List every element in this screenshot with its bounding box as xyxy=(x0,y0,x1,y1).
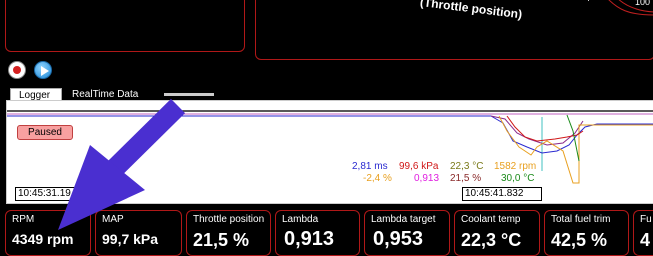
gauge-label: Coolant temp xyxy=(461,214,521,225)
play-icon xyxy=(41,66,49,76)
gauge-label: Fu xyxy=(640,214,652,225)
readout-rpm: 1582 rpm xyxy=(494,161,537,172)
tab-realtime-data[interactable]: RealTime Data xyxy=(64,88,160,100)
gauge-value: 4 xyxy=(640,230,651,250)
start-timestamp: 10:45:31.19 xyxy=(15,187,87,201)
gauge-lambda-target[interactable]: Lambda target 0,953 xyxy=(364,210,450,256)
gauge-value: 21,5 % xyxy=(193,230,250,250)
tab-scroll-indicator[interactable] xyxy=(164,93,214,96)
gauge-coolant-temp[interactable]: Coolant temp 22,3 °C xyxy=(454,210,540,256)
readout-temp: 22,3 °C xyxy=(450,161,484,172)
readout-lambda: 0,913 xyxy=(414,173,440,184)
tab-logger[interactable]: Logger xyxy=(10,88,62,101)
throttle-axis-label: (Throttle position) xyxy=(419,0,523,22)
gauge-map[interactable]: MAP 99,7 kPa xyxy=(95,210,182,256)
axis-tick-100: 100 xyxy=(635,0,651,7)
record-icon xyxy=(13,66,21,74)
gauge-label: MAP xyxy=(102,214,124,225)
tab-bar: Logger RealTime Data xyxy=(6,88,653,101)
gauge-throttle-position[interactable]: Throttle position 21,5 % xyxy=(186,210,271,256)
readout-fuel-trim: -2,4 % xyxy=(363,173,392,184)
gauge-value: 0,913 xyxy=(284,228,335,250)
gauge-value: 99,7 kPa xyxy=(102,231,159,247)
gauge-value: 4349 rpm xyxy=(12,231,74,247)
record-button[interactable] xyxy=(8,61,26,79)
gauge-label: Lambda target xyxy=(371,214,436,225)
paused-badge[interactable]: Paused xyxy=(17,125,73,140)
logger-chart[interactable]: Paused 2,81 ms 99,6 kPa 22,3 °C 1582 rpm… xyxy=(6,100,653,204)
axis-tick-4: 4 xyxy=(585,0,590,3)
gauge-label: Total fuel trim xyxy=(551,214,611,225)
gauge-label: RPM xyxy=(12,214,35,225)
gauge-lambda[interactable]: Lambda 0,913 xyxy=(275,210,360,256)
cursor-timestamp: 10:45:41.832 xyxy=(462,187,542,201)
top-left-panel xyxy=(5,0,245,52)
readout-coolant: 30,0 °C xyxy=(501,173,535,184)
readout-map: 99,6 kPa xyxy=(399,161,439,172)
gauge-value: 0,953 xyxy=(373,228,424,250)
gauge-value: 42,5 % xyxy=(551,230,608,250)
gauge-rpm[interactable]: RPM 4349 rpm xyxy=(5,210,91,256)
logger-traces xyxy=(7,110,653,184)
trace-injector xyxy=(490,115,653,154)
gauge-label: Throttle position xyxy=(193,214,265,225)
gauge-value: 22,3 °C xyxy=(461,230,522,250)
gauge-total-fuel-trim[interactable]: Total fuel trim 42,5 % xyxy=(544,210,629,256)
gauge-label: Lambda xyxy=(282,214,319,225)
readout-throttle: 21,5 % xyxy=(450,173,482,184)
readout-injector: 2,81 ms xyxy=(352,161,388,172)
throttle-map-panel: (Throttle position) 4 100 xyxy=(255,0,653,60)
play-button[interactable] xyxy=(34,61,52,79)
gauge-fuel-partial[interactable]: Fu 4 xyxy=(633,210,653,256)
